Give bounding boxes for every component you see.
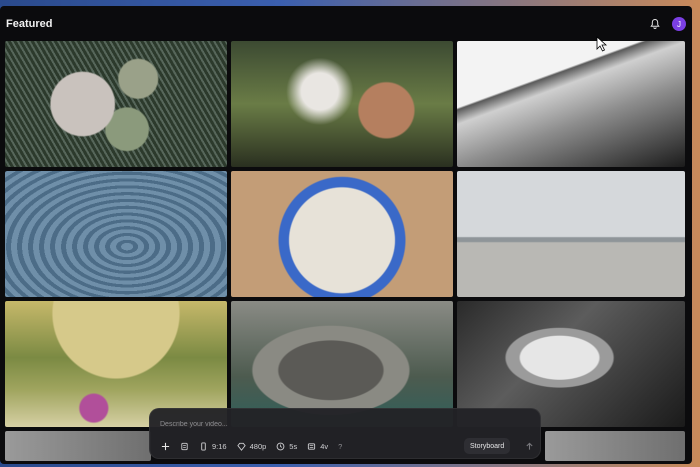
document-icon bbox=[181, 442, 188, 450]
gallery-tile-beach[interactable] bbox=[457, 171, 685, 297]
gallery-tile-branch[interactable] bbox=[457, 41, 685, 167]
gallery-tile-water[interactable] bbox=[5, 171, 227, 297]
storyboard-mode-button[interactable] bbox=[175, 438, 194, 454]
bell-icon[interactable] bbox=[648, 17, 662, 31]
plus-icon bbox=[161, 442, 170, 450]
variations-button[interactable]: 4v bbox=[302, 438, 333, 454]
send-button[interactable] bbox=[522, 439, 536, 453]
help-button[interactable]: ? bbox=[333, 438, 347, 454]
page-title: Featured bbox=[6, 18, 53, 30]
resolution-label: 480p bbox=[249, 441, 267, 451]
gallery-tile-girl[interactable] bbox=[231, 41, 453, 167]
top-bar: Featured J bbox=[0, 6, 692, 42]
gallery-tile-coffee[interactable] bbox=[231, 171, 453, 297]
aspect-ratio-label: 9:16 bbox=[212, 441, 227, 451]
app-window: Featured J Describe your video... 9:16 4… bbox=[0, 6, 692, 464]
help-label: ? bbox=[338, 441, 343, 451]
arrow-up-icon bbox=[525, 442, 533, 450]
prompt-input[interactable] bbox=[160, 418, 530, 430]
mouse-cursor-icon bbox=[596, 36, 608, 52]
duration-button[interactable]: 5s bbox=[271, 438, 302, 454]
prompt-composer: 9:16 480p 5s 4v ? Storyboard bbox=[149, 408, 541, 459]
variations-icon bbox=[308, 442, 316, 450]
gallery-tile-cactus[interactable] bbox=[5, 41, 227, 167]
avatar[interactable]: J bbox=[672, 17, 686, 31]
gallery-tile-partial[interactable] bbox=[5, 431, 151, 461]
portrait-icon bbox=[201, 441, 206, 451]
variations-label: 4v bbox=[320, 441, 329, 451]
storyboard-button[interactable]: Storyboard bbox=[464, 438, 511, 454]
duration-label: 5s bbox=[289, 441, 298, 451]
resolution-button[interactable]: 480p bbox=[232, 438, 272, 454]
gallery-tile-partial[interactable] bbox=[545, 431, 685, 461]
aspect-ratio-button[interactable]: 9:16 bbox=[194, 438, 232, 454]
diamond-icon bbox=[236, 442, 246, 451]
clock-icon bbox=[276, 442, 285, 450]
add-button[interactable] bbox=[156, 438, 175, 454]
